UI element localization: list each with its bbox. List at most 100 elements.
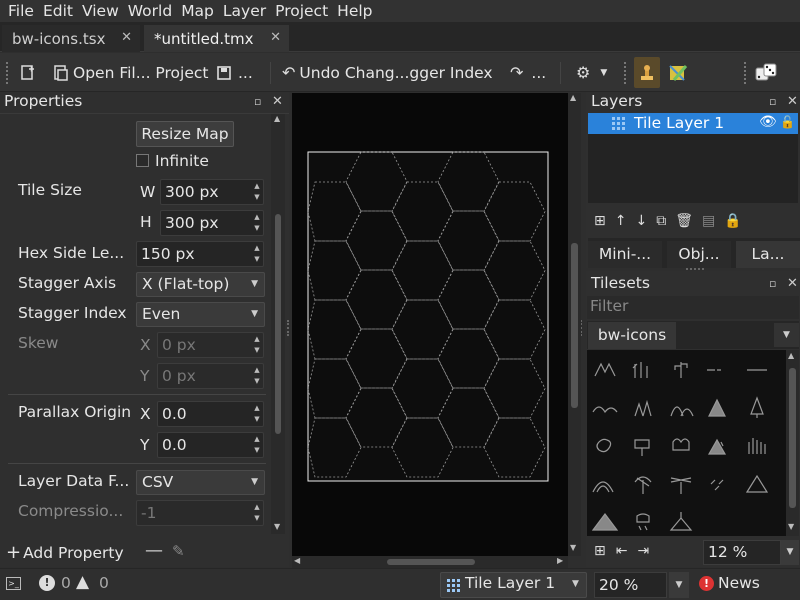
import-tileset-icon[interactable]: ⇤: [616, 543, 628, 559]
tab-layers[interactable]: La...: [736, 241, 800, 268]
close-panel-icon[interactable]: ✕: [787, 94, 798, 109]
undo-button[interactable]: ↶ Undo Chang...gger Index: [282, 53, 493, 92]
add-property-button[interactable]: + Add Property: [6, 542, 124, 563]
menu-map[interactable]: Map: [173, 0, 214, 22]
stamp-tool-button[interactable]: [634, 57, 660, 88]
tile-glyph[interactable]: [708, 398, 726, 417]
tile-glyph[interactable]: [592, 481, 614, 493]
left-splitter-handle[interactable]: [287, 320, 290, 336]
float-panel-icon[interactable]: ▫: [769, 95, 776, 108]
zoom-input[interactable]: 20 %: [594, 572, 667, 598]
scroll-left-icon[interactable]: ◀: [294, 556, 300, 565]
toolbar-grip[interactable]: [624, 62, 627, 84]
tileset-zoom-input[interactable]: 12 %: [703, 540, 781, 565]
canvas-vscrollbar[interactable]: ▲ ▼: [568, 93, 581, 556]
compression-input[interactable]: -1 ▲ ▼: [136, 500, 264, 526]
toolbar-grip[interactable]: [744, 62, 747, 84]
scroll-up-icon[interactable]: ▲: [788, 351, 794, 360]
tile-glyph[interactable]: [592, 406, 618, 414]
tab-bw-icons[interactable]: bw-icons.tsx ✕: [2, 25, 140, 52]
float-panel-icon[interactable]: ▫: [769, 277, 776, 290]
chevron-down-icon[interactable]: ▼: [774, 323, 799, 347]
tile-glyph[interactable]: [632, 362, 648, 378]
news-button[interactable]: ! News: [699, 574, 760, 592]
tab-untitled[interactable]: *untitled.tmx ✕: [144, 25, 289, 52]
hex-side-input[interactable]: 150 px ▲ ▼: [136, 241, 264, 267]
spin-arrows-icon[interactable]: ▲ ▼: [252, 212, 262, 234]
close-icon[interactable]: ✕: [270, 30, 281, 45]
lock-icon[interactable]: 🔒: [724, 213, 741, 229]
spin-arrows-icon[interactable]: ▲ ▼: [252, 181, 262, 203]
scroll-down-icon[interactable]: ▼: [570, 543, 576, 552]
random-mode-button[interactable]: [754, 53, 778, 92]
scroll-up-icon[interactable]: ▲: [570, 93, 576, 102]
float-panel-icon[interactable]: ▫: [254, 95, 261, 108]
scroll-down-icon[interactable]: ▼: [788, 522, 794, 531]
tile-glyph[interactable]: [745, 474, 769, 493]
tools-menu-button[interactable]: ⚙ ▼: [576, 53, 607, 92]
layer-more-icon[interactable]: ▤: [702, 213, 715, 229]
close-panel-icon[interactable]: ✕: [787, 276, 798, 291]
tile-glyph[interactable]: [594, 362, 616, 377]
properties-scrollbar[interactable]: ▲ ▼: [271, 114, 285, 534]
tab-minimap[interactable]: Mini-...: [588, 241, 662, 268]
canvas-hscrollbar[interactable]: ◀ ▶: [292, 556, 568, 568]
menu-edit[interactable]: Edit: [35, 0, 73, 22]
menu-file[interactable]: File: [0, 0, 34, 22]
new-tileset-icon[interactable]: ⊞: [594, 543, 606, 559]
scroll-up-icon[interactable]: ▲: [274, 114, 280, 123]
scrollbar-thumb[interactable]: [275, 214, 281, 434]
close-icon[interactable]: ✕: [121, 30, 132, 45]
tile-glyph[interactable]: [596, 438, 612, 453]
pencil-icon[interactable]: ✎: [172, 542, 185, 560]
tile-glyph[interactable]: [707, 438, 727, 455]
scroll-down-icon[interactable]: ▼: [274, 522, 280, 531]
infinite-checkbox[interactable]: [136, 154, 149, 167]
tile-glyph[interactable]: [672, 438, 690, 451]
menu-project[interactable]: Project: [267, 0, 328, 22]
tile-glyph[interactable]: [748, 438, 766, 454]
spin-arrows-icon[interactable]: ▲ ▼: [252, 334, 262, 356]
tile-glyph[interactable]: [674, 362, 688, 378]
tab-bw-icons[interactable]: bw-icons: [588, 322, 676, 349]
tileset-tiles[interactable]: [587, 350, 786, 536]
chevron-down-icon[interactable]: ▼: [781, 540, 799, 565]
spin-arrows-icon[interactable]: ▲ ▼: [252, 403, 262, 425]
hex-map[interactable]: [292, 93, 568, 556]
tile-glyph[interactable]: [636, 513, 650, 531]
terrain-tool-button[interactable]: [668, 53, 688, 92]
warning-icon[interactable]: ▲: [76, 572, 89, 592]
delete-layer-icon[interactable]: 🗑: [675, 213, 693, 229]
open-button[interactable]: Open Fil... Project: [52, 53, 208, 92]
skew-y-input[interactable]: 0 px ▲ ▼: [157, 363, 264, 389]
tile-glyph[interactable]: [670, 477, 692, 494]
stagger-axis-select[interactable]: X (Flat-top) ▼: [136, 272, 265, 297]
chevron-down-icon[interactable]: ▼: [669, 572, 689, 598]
remove-property-icon[interactable]: —: [145, 540, 163, 561]
layer-row-tile-layer-1[interactable]: Tile Layer 1 👁 🔓: [588, 113, 798, 134]
spin-arrows-icon[interactable]: ▲ ▼: [252, 243, 262, 265]
menu-view[interactable]: View: [74, 0, 119, 22]
menu-world[interactable]: World: [120, 0, 172, 22]
eye-icon[interactable]: 👁: [759, 114, 777, 130]
tile-glyph[interactable]: [634, 476, 652, 494]
stagger-index-select[interactable]: Even ▼: [136, 302, 265, 327]
tile-glyph[interactable]: [670, 406, 694, 417]
new-layer-icon[interactable]: ⊞: [594, 213, 606, 229]
raise-layer-icon[interactable]: ↑: [615, 213, 627, 229]
tile-width-input[interactable]: 300 px ▲ ▼: [160, 179, 264, 205]
spin-arrows-icon[interactable]: ▲ ▼: [252, 365, 262, 387]
toolbar-grip[interactable]: [6, 62, 9, 84]
tile-glyph[interactable]: [710, 479, 724, 491]
scrollbar-thumb[interactable]: [571, 243, 578, 408]
menu-help[interactable]: Help: [329, 0, 372, 22]
skew-x-input[interactable]: 0 px ▲ ▼: [157, 332, 264, 358]
tile-glyph[interactable]: [669, 512, 693, 531]
scroll-right-icon[interactable]: ▶: [557, 556, 563, 565]
console-icon[interactable]: >_: [6, 577, 21, 590]
current-layer-select[interactable]: Tile Layer 1 ▼: [440, 572, 587, 598]
duplicate-layer-icon[interactable]: ⧉: [656, 213, 666, 229]
tile-height-input[interactable]: 300 px ▲ ▼: [160, 210, 264, 236]
resize-map-button[interactable]: Resize Map: [136, 121, 234, 147]
tileset-filter-input[interactable]: Filter: [587, 296, 799, 319]
